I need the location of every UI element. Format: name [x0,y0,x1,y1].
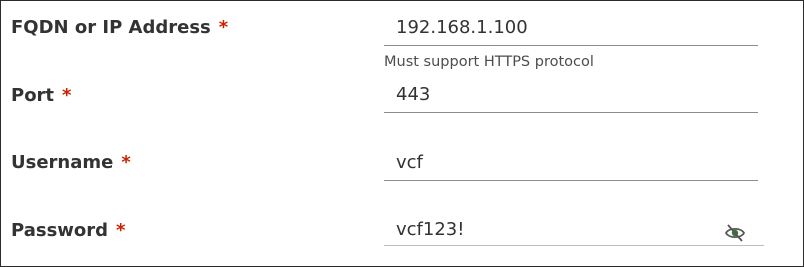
username-label: Username * [11,152,131,173]
fqdn-label-text: FQDN or IP Address [11,17,211,38]
required-asterisk: * [116,220,126,241]
required-asterisk: * [218,17,229,38]
port-label-text: Port [11,85,55,106]
password-input-value: vcf123! [396,219,465,240]
password-label: Password * [11,220,125,241]
fqdn-hint: Must support HTTPS protocol [384,54,594,70]
fqdn-label: FQDN or IP Address * [11,17,228,38]
username-input[interactable]: vcf [384,152,758,181]
required-asterisk: * [121,152,131,173]
connection-form: FQDN or IP Address * 192.168.1.100 Must s… [0,0,804,267]
port-input[interactable]: 443 [384,84,758,113]
port-input-value: 443 [396,84,431,105]
password-input[interactable]: vcf123! [384,219,758,247]
password-label-text: Password [11,220,109,241]
required-asterisk: * [62,85,72,106]
username-label-text: Username [11,152,114,173]
password-underline [384,245,764,246]
eye-slash-icon[interactable] [724,222,746,244]
username-input-value: vcf [396,152,423,173]
port-label: Port * [11,85,71,106]
eye-slash-svg [724,224,746,242]
fqdn-input-value: 192.168.1.100 [396,17,528,38]
fqdn-input[interactable]: 192.168.1.100 [384,17,758,46]
